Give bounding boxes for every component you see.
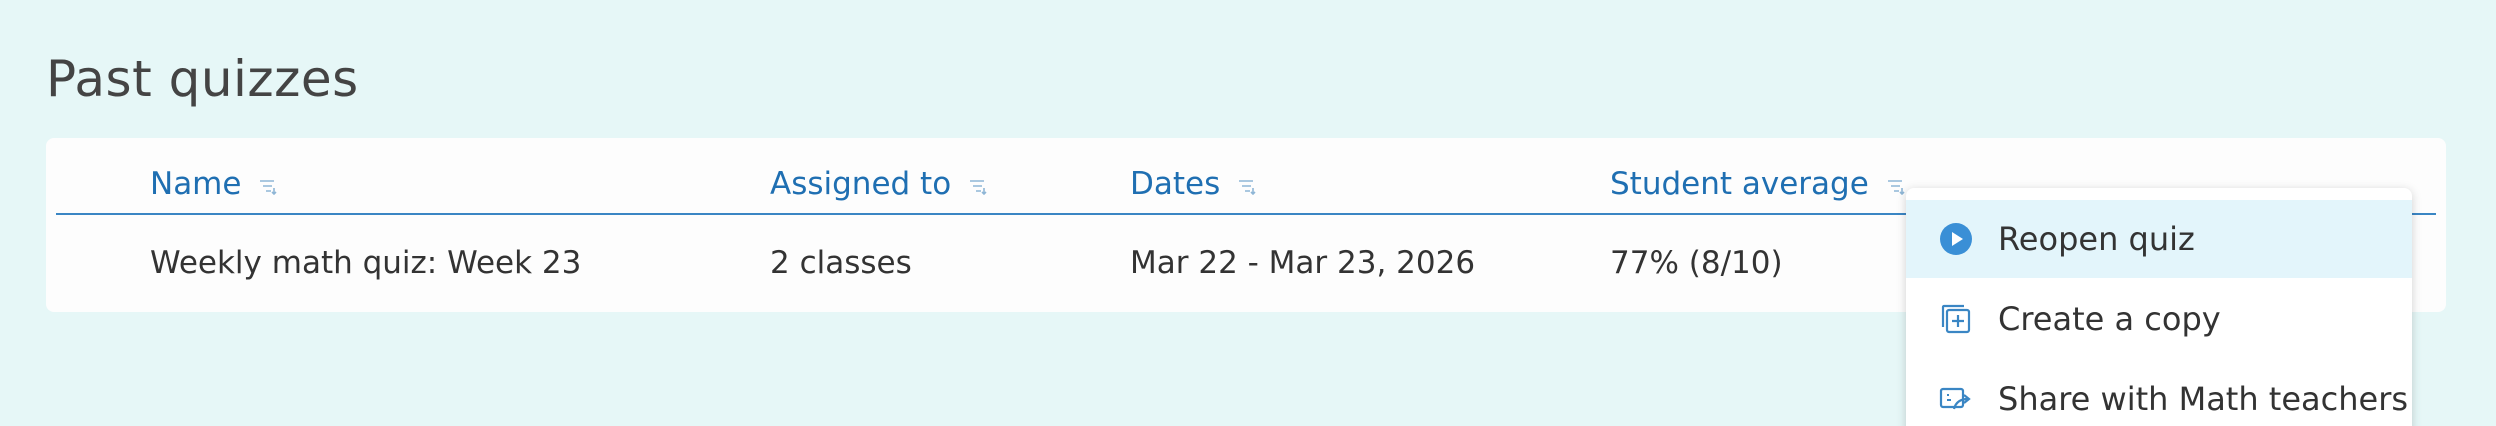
- column-header-label: Name: [150, 166, 242, 202]
- play-circle-icon: [1940, 223, 1972, 255]
- menu-item-create-copy[interactable]: Create a copy: [1906, 280, 2412, 358]
- sort-icon: [1239, 180, 1256, 195]
- sort-icon: [970, 180, 987, 195]
- column-header-label: Student average: [1610, 166, 1869, 202]
- column-header-name[interactable]: Name: [150, 166, 278, 202]
- column-header-label: Dates: [1130, 166, 1221, 202]
- cell-student-average: 77% (8/10): [1610, 245, 1783, 281]
- cell-assigned-to: 2 classes: [770, 245, 912, 281]
- page-title: Past quizzes: [46, 50, 359, 108]
- menu-item-share-math-teachers[interactable]: Share with Math teachers: [1906, 360, 2412, 426]
- menu-item-label: Reopen quiz: [1998, 220, 2195, 258]
- page: Past quizzes Name Assigned to Dates Stud…: [0, 0, 2496, 426]
- sort-icon: [260, 180, 278, 195]
- menu-item-label: Share with Math teachers: [1998, 380, 2409, 418]
- cell-name: Weekly math quiz: Week 23: [150, 245, 582, 281]
- menu-item-reopen-quiz[interactable]: Reopen quiz: [1906, 200, 2412, 278]
- menu-item-label: Create a copy: [1998, 300, 2221, 338]
- sort-icon: [1887, 180, 1905, 195]
- copy-plus-icon: [1941, 304, 1971, 334]
- cell-dates: Mar 22 - Mar 23, 2026: [1130, 245, 1476, 281]
- column-header-dates[interactable]: Dates: [1130, 166, 1256, 202]
- column-header-student-average[interactable]: Student average: [1610, 166, 1905, 202]
- column-header-assigned-to[interactable]: Assigned to: [770, 166, 987, 202]
- row-actions-menu: Reopen quiz Create a copy Share with Mat…: [1906, 188, 2412, 426]
- column-header-label: Assigned to: [770, 166, 952, 202]
- share-icon: [1939, 387, 1971, 410]
